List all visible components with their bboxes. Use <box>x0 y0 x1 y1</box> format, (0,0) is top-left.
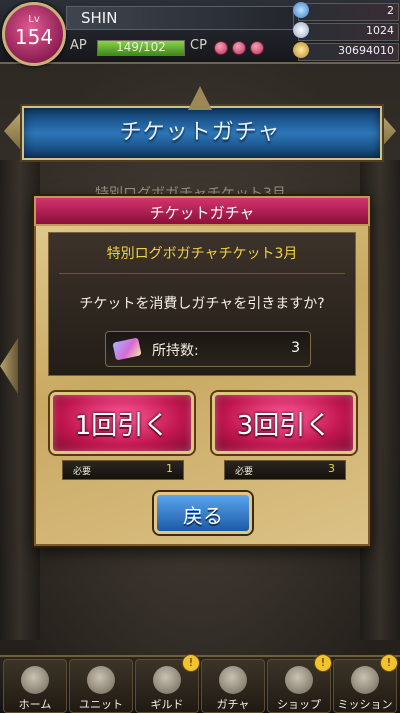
nav-label: ガチャ <box>216 698 250 711</box>
back-label: 戻る <box>183 504 223 528</box>
nav-gacha[interactable]: ガチャ <box>201 659 265 713</box>
title-banner: チケットガチャ <box>4 86 396 162</box>
ticket-icon <box>112 337 142 361</box>
alert-icon: ! <box>182 654 200 672</box>
required-once: 必要 1 <box>62 460 184 480</box>
gem-icon <box>293 2 309 18</box>
status-bar: Lv 154 SHIN AP 149/102 CP 2 1024 3069401… <box>0 0 400 66</box>
dialog-header: チケットガチャ <box>34 196 370 226</box>
nav-unit[interactable]: ユニット <box>69 659 133 713</box>
cp-orb-1 <box>214 41 228 55</box>
pull-three-label: 3回引く <box>236 411 332 441</box>
home-icon <box>21 666 49 694</box>
nav-guild[interactable]: ギルド ! <box>135 654 200 713</box>
pull-once-label: 1回引く <box>74 411 170 441</box>
nav-label: ショップ <box>277 698 321 711</box>
ticket-name: 特別ログボガチャチケット3月 <box>106 246 298 262</box>
resource-coin[interactable]: 30694010 <box>293 42 399 61</box>
page-title: チケットガチャ <box>119 120 281 145</box>
cp-orb-3 <box>250 41 264 55</box>
nav-mission[interactable]: ミッション ! <box>333 654 398 713</box>
alert-icon: ! <box>314 654 332 672</box>
gacha-icon <box>219 666 247 694</box>
divider <box>59 273 345 274</box>
nav-label: ホーム <box>18 698 52 711</box>
resource-crystal[interactable]: 1024 <box>293 22 399 41</box>
owned-count-box: 所持数: 3 <box>105 331 311 367</box>
required-three: 必要 3 <box>224 460 346 480</box>
nav-home[interactable]: ホーム <box>3 659 67 713</box>
required-value: 3 <box>328 462 335 475</box>
pull-once-button[interactable]: 1回引く <box>50 392 194 454</box>
owned-value: 3 <box>291 340 300 356</box>
nav-shop[interactable]: ショップ ! <box>267 654 332 713</box>
confirm-question: チケットを消費しガチャを引きますか? <box>79 296 325 312</box>
dialog-title: チケットガチャ <box>149 204 255 222</box>
player-name-bar: SHIN <box>66 6 294 30</box>
owned-label: 所持数: <box>152 343 199 359</box>
level-badge[interactable]: Lv 154 <box>2 2 66 66</box>
ap-label: AP <box>70 38 87 53</box>
resource-value: 30694010 <box>338 44 394 57</box>
level-label: Lv <box>28 14 40 25</box>
ap-gauge: 149/102 <box>97 40 185 56</box>
shop-icon <box>285 666 313 694</box>
required-value: 1 <box>166 462 173 475</box>
player-name: SHIN <box>81 9 118 27</box>
cp-orb-2 <box>232 41 246 55</box>
level-value: 154 <box>14 25 54 49</box>
cp-label: CP <box>190 38 207 53</box>
pull-three-button[interactable]: 3回引く <box>212 392 356 454</box>
resource-value: 2 <box>387 4 394 17</box>
required-label: 必要 <box>235 467 254 477</box>
mission-icon <box>351 666 379 694</box>
crystal-icon <box>293 22 309 38</box>
alert-icon: ! <box>380 654 398 672</box>
resource-value: 1024 <box>366 24 394 37</box>
back-button[interactable]: 戻る <box>154 492 252 534</box>
ticket-gacha-dialog: チケットガチャ 特別ログボガチャチケット3月 チケットを消費しガチャを引きますか… <box>34 196 370 546</box>
unit-icon <box>87 666 115 694</box>
guild-icon <box>153 666 181 694</box>
bottom-navigation: ホーム ユニット ギルド ! ガチャ ショップ ! ミッション ! <box>0 654 400 713</box>
nav-label: ユニット <box>79 698 123 711</box>
resource-gem[interactable]: 2 <box>293 2 399 21</box>
coin-icon <box>293 42 309 58</box>
required-label: 必要 <box>73 467 92 477</box>
ticket-info-panel: 特別ログボガチャチケット3月 チケットを消費しガチャを引きますか? 所持数: 3 <box>48 232 356 376</box>
ap-value: 149/102 <box>116 40 166 54</box>
nav-label: ミッション <box>337 698 393 711</box>
nav-label: ギルド <box>150 698 184 711</box>
